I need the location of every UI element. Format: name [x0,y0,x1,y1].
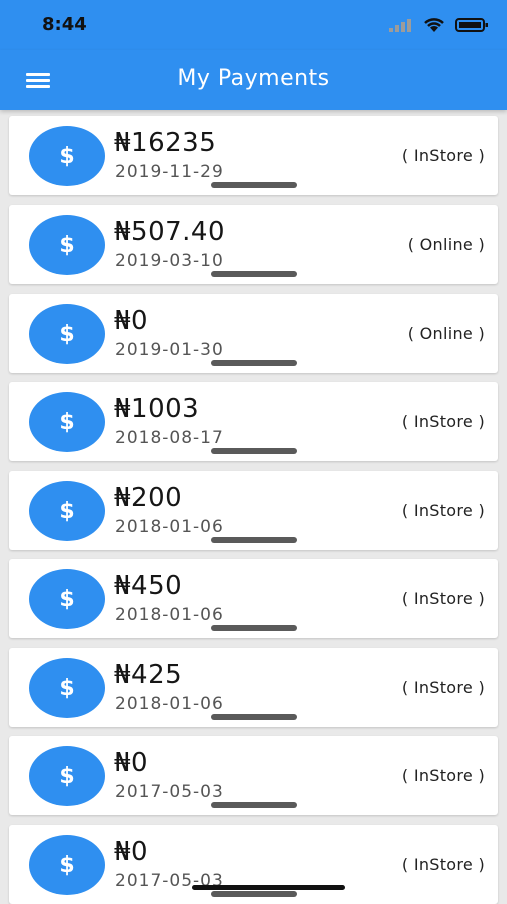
payment-card[interactable]: $ ₦0 2017-05-03 ( InStore ) [9,825,498,904]
payment-channel: ( Online ) [407,324,485,343]
status-icons [389,15,489,35]
payment-card[interactable]: $ ₦450 2018-01-06 ( InStore ) [9,559,498,638]
payment-card[interactable]: $ ₦16235 2019-11-29 ( InStore ) [9,116,498,195]
payment-amount: ₦200 [114,483,183,513]
dollar-icon: $ [29,746,105,806]
underline-bar [211,360,297,366]
underline-bar [211,802,297,808]
dollar-icon: $ [29,215,105,275]
status-bar: 8:44 [0,0,507,50]
wifi-icon [424,18,444,32]
dollar-icon: $ [29,569,105,629]
payment-date: 2018-01-06 [115,517,224,537]
payment-channel: ( InStore ) [401,678,485,697]
dollar-icon: $ [29,658,105,718]
page-title: My Payments [177,66,330,91]
payment-amount: ₦1003 [114,394,200,424]
underline-bar [211,537,297,543]
payment-channel: ( InStore ) [401,412,485,431]
payment-amount: ₦0 [114,306,149,336]
payment-amount: ₦16235 [114,128,217,158]
signal-icon [389,19,411,32]
underline-bar [211,271,297,277]
underline-bar [211,891,297,897]
battery-icon [455,18,488,32]
home-indicator[interactable] [192,885,345,890]
payment-card[interactable]: $ ₦0 2019-01-30 ( Online ) [9,294,498,373]
app-bar: My Payments [0,50,507,110]
payment-card[interactable]: $ ₦200 2018-01-06 ( InStore ) [9,471,498,550]
underline-bar [211,625,297,631]
payment-amount: ₦0 [114,837,149,867]
payment-card[interactable]: $ ₦1003 2018-08-17 ( InStore ) [9,382,498,461]
payment-channel: ( InStore ) [401,501,485,520]
payment-date: 2018-01-06 [115,694,224,714]
payment-channel: ( InStore ) [401,589,485,608]
dollar-icon: $ [29,126,105,186]
dollar-icon: $ [29,835,105,895]
payment-amount: ₦425 [114,660,183,690]
payment-date: 2019-03-10 [115,251,224,271]
payment-channel: ( InStore ) [401,766,485,785]
underline-bar [211,714,297,720]
dollar-icon: $ [29,392,105,452]
payment-channel: ( InStore ) [401,146,485,165]
payment-date: 2018-08-17 [115,428,224,448]
payment-card[interactable]: $ ₦507.40 2019-03-10 ( Online ) [9,205,498,284]
payment-channel: ( InStore ) [401,855,485,874]
payment-card[interactable]: $ ₦425 2018-01-06 ( InStore ) [9,648,498,727]
payment-date: 2019-01-30 [115,340,224,360]
payment-amount: ₦507.40 [114,217,226,247]
underline-bar [211,448,297,454]
payment-date: 2019-11-29 [115,162,224,182]
payment-channel: ( Online ) [407,235,485,254]
payment-amount: ₦450 [114,571,183,601]
payment-card[interactable]: $ ₦0 2017-05-03 ( InStore ) [9,736,498,815]
status-time: 8:44 [42,14,87,35]
underline-bar [211,182,297,188]
payment-date: 2018-01-06 [115,605,224,625]
payment-date: 2017-05-03 [115,782,224,802]
dollar-icon: $ [29,481,105,541]
payment-amount: ₦0 [114,748,149,778]
dollar-icon: $ [29,304,105,364]
